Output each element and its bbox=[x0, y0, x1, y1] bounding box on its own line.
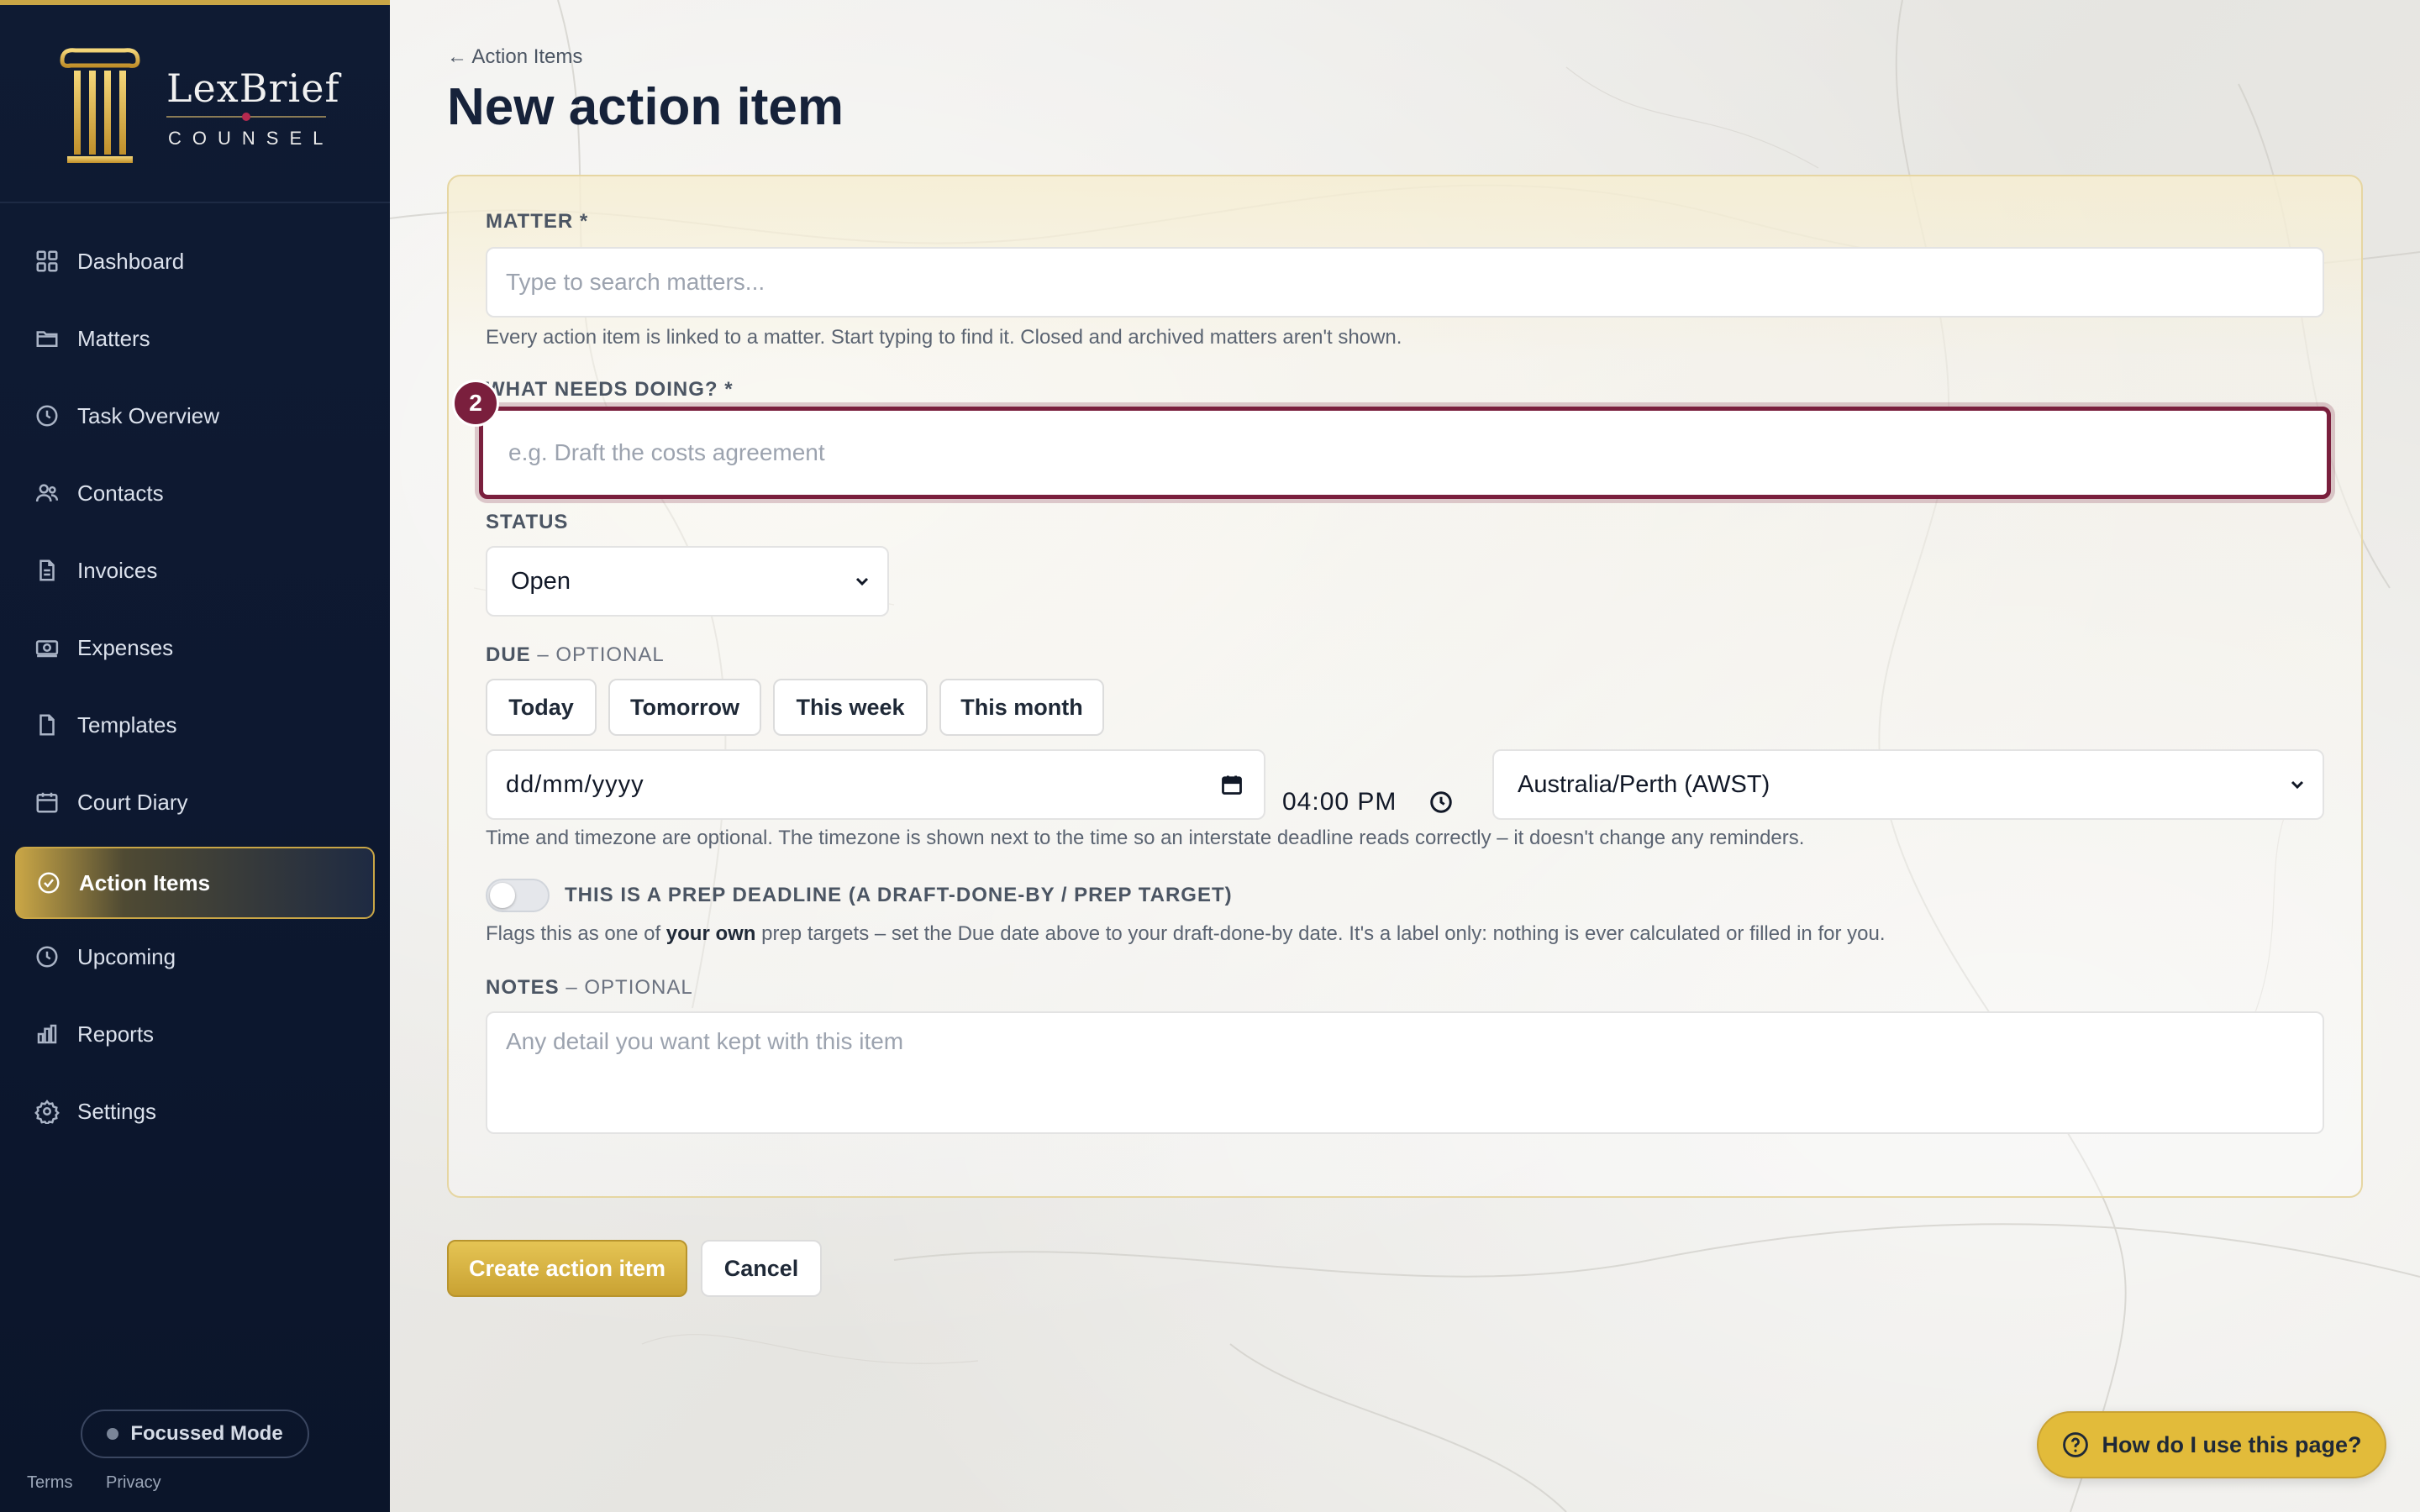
prep-help-pre: Flags this as one of bbox=[486, 922, 666, 945]
sidebar-footer-links: Terms Privacy bbox=[27, 1473, 190, 1493]
calendar-picker-icon[interactable] bbox=[1220, 773, 1244, 796]
status-dot-icon bbox=[107, 1428, 119, 1440]
prep-deadline-label: THIS IS A PREP DEADLINE (A DRAFT-DONE-BY… bbox=[565, 884, 1233, 906]
prep-help-bold: your own bbox=[666, 922, 756, 945]
focussed-mode-button[interactable]: Focussed Mode bbox=[81, 1410, 309, 1458]
time-picker-clock-icon[interactable] bbox=[1428, 790, 1454, 815]
chevron-down-icon bbox=[855, 577, 869, 586]
brand-dot bbox=[242, 113, 250, 121]
sidebar-item-contacts[interactable]: Contacts bbox=[15, 457, 375, 529]
calendar-icon bbox=[34, 789, 60, 816]
question-circle-icon bbox=[2063, 1432, 2089, 1457]
sidebar-item-label: Matters bbox=[77, 325, 150, 351]
prep-help-post: prep targets – set the Due date above to… bbox=[755, 922, 1886, 945]
sidebar-item-task-overview[interactable]: Task Overview bbox=[15, 380, 375, 452]
due-chip-this-week[interactable]: This week bbox=[773, 679, 928, 736]
due-chip-today[interactable]: Today bbox=[486, 679, 597, 736]
due-help-text: Time and timezone are optional. The time… bbox=[486, 827, 1805, 849]
brand-logo[interactable]: LexBrief COUNSEL bbox=[0, 10, 390, 203]
toggle-knob bbox=[490, 883, 515, 908]
create-action-item-button[interactable]: Create action item bbox=[447, 1240, 687, 1297]
due-label: DUE – OPTIONAL bbox=[486, 643, 665, 667]
notes-label-text: NOTES bbox=[486, 976, 560, 999]
sidebar-item-label: Reports bbox=[77, 1021, 155, 1047]
matter-search-input[interactable]: Type to search matters... bbox=[486, 247, 2324, 318]
notes-textarea[interactable]: Any detail you want kept with this item bbox=[486, 1011, 2324, 1134]
matter-help-text: Every action item is linked to a matter.… bbox=[486, 326, 1402, 349]
due-chip-this-month[interactable]: This month bbox=[939, 679, 1104, 736]
gear-icon bbox=[34, 1098, 60, 1125]
sidebar-item-label: Contacts bbox=[77, 480, 164, 506]
bar-chart-icon bbox=[34, 1021, 60, 1047]
help-page-button[interactable]: How do I use this page? bbox=[2037, 1411, 2386, 1478]
status-value: Open bbox=[511, 567, 571, 595]
users-icon bbox=[34, 480, 60, 507]
document-icon bbox=[34, 557, 60, 584]
sidebar-item-label: Expenses bbox=[77, 634, 174, 660]
banknote-icon bbox=[34, 634, 60, 661]
file-icon bbox=[34, 711, 60, 738]
due-time-input[interactable]: 04:00 PM bbox=[1282, 788, 1397, 816]
main-content: ← Action Items New action item MATTER * … bbox=[390, 0, 2420, 1512]
sidebar-item-invoices[interactable]: Invoices bbox=[15, 534, 375, 606]
status-select[interactable]: Open bbox=[486, 546, 889, 617]
sidebar-item-matters[interactable]: Matters bbox=[15, 302, 375, 375]
chevron-down-icon bbox=[2291, 780, 2304, 790]
back-link-action-items[interactable]: ← Action Items bbox=[447, 45, 582, 69]
sidebar-item-label: Action Items bbox=[79, 869, 211, 895]
prep-deadline-help: Flags this as one of your own prep targe… bbox=[486, 922, 1886, 946]
sidebar-item-dashboard[interactable]: Dashboard bbox=[15, 225, 375, 297]
pillar-logo-icon bbox=[60, 48, 140, 163]
sidebar-item-label: Dashboard bbox=[77, 248, 185, 274]
cancel-button[interactable]: Cancel bbox=[701, 1240, 822, 1297]
timezone-value: Australia/Perth (AWST) bbox=[1518, 770, 1770, 798]
clock-icon bbox=[34, 943, 60, 970]
timezone-select[interactable]: Australia/Perth (AWST) bbox=[1492, 749, 2324, 820]
dashboard-grid-icon bbox=[34, 248, 60, 275]
step-badge: 2 bbox=[452, 380, 499, 427]
due-date-placeholder: dd/mm/yyyy bbox=[506, 770, 644, 798]
privacy-link[interactable]: Privacy bbox=[106, 1473, 161, 1492]
what-needs-doing-label: WHAT NEEDS DOING? * bbox=[486, 378, 734, 401]
sidebar-item-expenses[interactable]: Expenses bbox=[15, 612, 375, 684]
terms-link[interactable]: Terms bbox=[27, 1473, 72, 1492]
prep-deadline-toggle[interactable] bbox=[486, 879, 550, 912]
sidebar-item-label: Settings bbox=[77, 1098, 156, 1124]
notes-optional-text: – OPTIONAL bbox=[559, 976, 693, 999]
due-optional-text: – OPTIONAL bbox=[530, 643, 665, 666]
page-title: New action item bbox=[447, 78, 844, 136]
due-label-text: DUE bbox=[486, 643, 531, 666]
sidebar-item-label: Invoices bbox=[77, 557, 158, 583]
sidebar-item-settings[interactable]: Settings bbox=[15, 1075, 375, 1147]
sidebar-item-upcoming[interactable]: Upcoming bbox=[15, 921, 375, 993]
sidebar-item-label: Upcoming bbox=[77, 943, 176, 969]
matter-label: MATTER * bbox=[486, 210, 589, 233]
sidebar-item-label: Templates bbox=[77, 711, 177, 738]
notes-label: NOTES – OPTIONAL bbox=[486, 976, 693, 1000]
sidebar: LexBrief COUNSEL Dashboard Matters Task … bbox=[0, 0, 390, 1512]
help-page-label: How do I use this page? bbox=[2102, 1431, 2362, 1457]
due-chip-tomorrow[interactable]: Tomorrow bbox=[608, 679, 761, 736]
brand-name: LexBrief bbox=[166, 66, 340, 111]
sidebar-item-action-items[interactable]: Action Items bbox=[15, 847, 375, 919]
status-label: STATUS bbox=[486, 511, 569, 533]
action-item-form: MATTER * Type to search matters... Every… bbox=[447, 175, 2363, 1198]
focussed-mode-label: Focussed Mode bbox=[130, 1422, 283, 1445]
due-date-input[interactable]: dd/mm/yyyy bbox=[486, 749, 1265, 820]
sidebar-item-label: Task Overview bbox=[77, 402, 220, 428]
brand-subtitle: COUNSEL bbox=[168, 128, 334, 149]
folder-icon bbox=[34, 325, 60, 352]
what-needs-doing-input[interactable]: e.g. Draft the costs agreement bbox=[479, 407, 2331, 499]
check-circle-icon bbox=[35, 869, 62, 896]
sidebar-item-court-diary[interactable]: Court Diary bbox=[15, 766, 375, 838]
clock-icon bbox=[34, 402, 60, 429]
sidebar-item-reports[interactable]: Reports bbox=[15, 998, 375, 1070]
sidebar-item-label: Court Diary bbox=[77, 789, 188, 815]
sidebar-item-templates[interactable]: Templates bbox=[15, 689, 375, 761]
